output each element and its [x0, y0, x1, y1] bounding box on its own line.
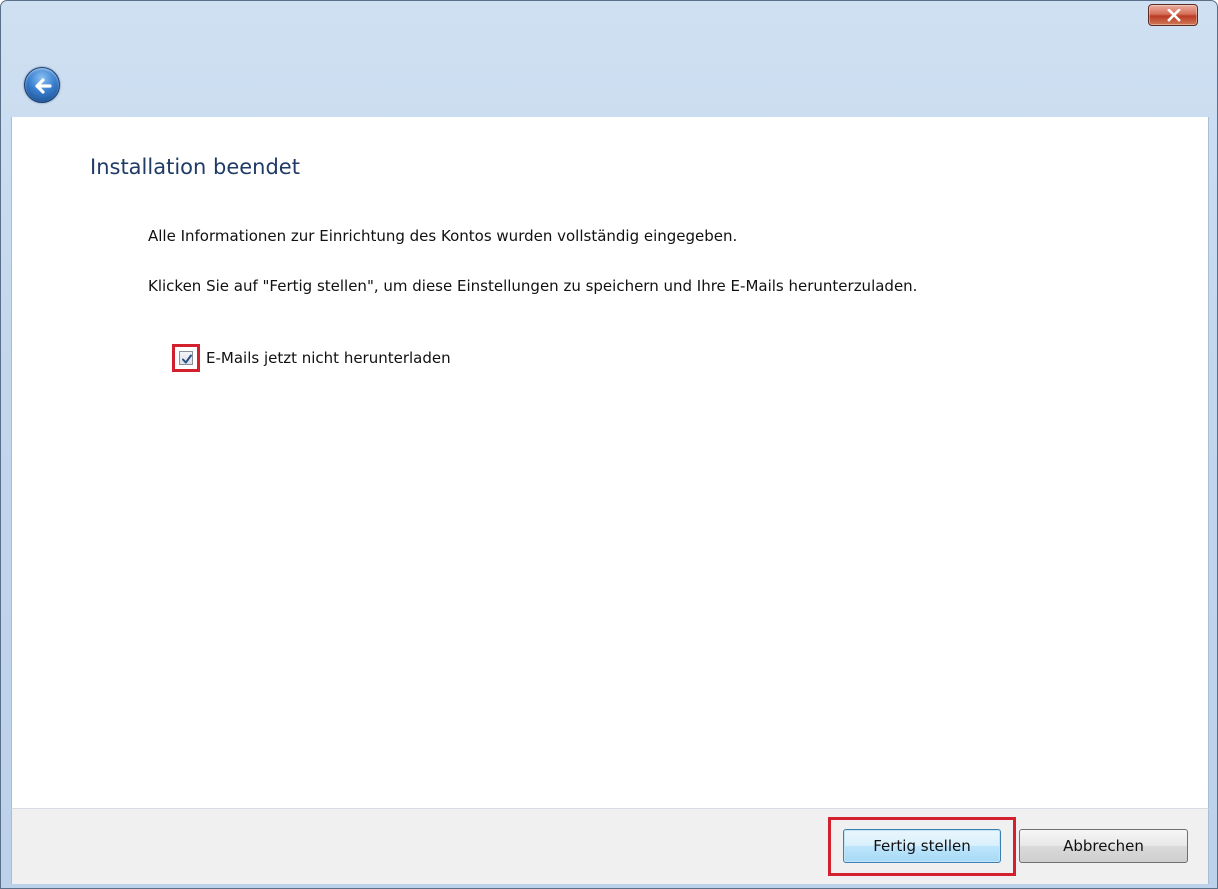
- info-text: Alle Informationen zur Einrichtung des K…: [148, 227, 738, 245]
- skip-download-label[interactable]: E-Mails jetzt nicht herunterladen: [206, 349, 451, 367]
- finish-button[interactable]: Fertig stellen: [843, 829, 1001, 863]
- close-icon: [1167, 9, 1181, 22]
- back-button[interactable]: [24, 67, 60, 103]
- title-bar: [1, 1, 1217, 117]
- page-title: Installation beendet: [90, 155, 300, 179]
- wizard-content: Installation beendet Alle Informationen …: [11, 117, 1209, 808]
- button-bar: Fertig stellen Abbrechen: [11, 808, 1209, 884]
- close-button[interactable]: [1148, 4, 1198, 26]
- skip-download-checkbox[interactable]: [179, 351, 193, 365]
- checkmark-icon: [182, 354, 192, 364]
- instruction-text: Klicken Sie auf "Fertig stellen", um die…: [148, 277, 918, 295]
- wizard-window: Installation beendet Alle Informationen …: [0, 0, 1218, 889]
- back-arrow-icon: [35, 78, 52, 94]
- cancel-button[interactable]: Abbrechen: [1019, 829, 1188, 863]
